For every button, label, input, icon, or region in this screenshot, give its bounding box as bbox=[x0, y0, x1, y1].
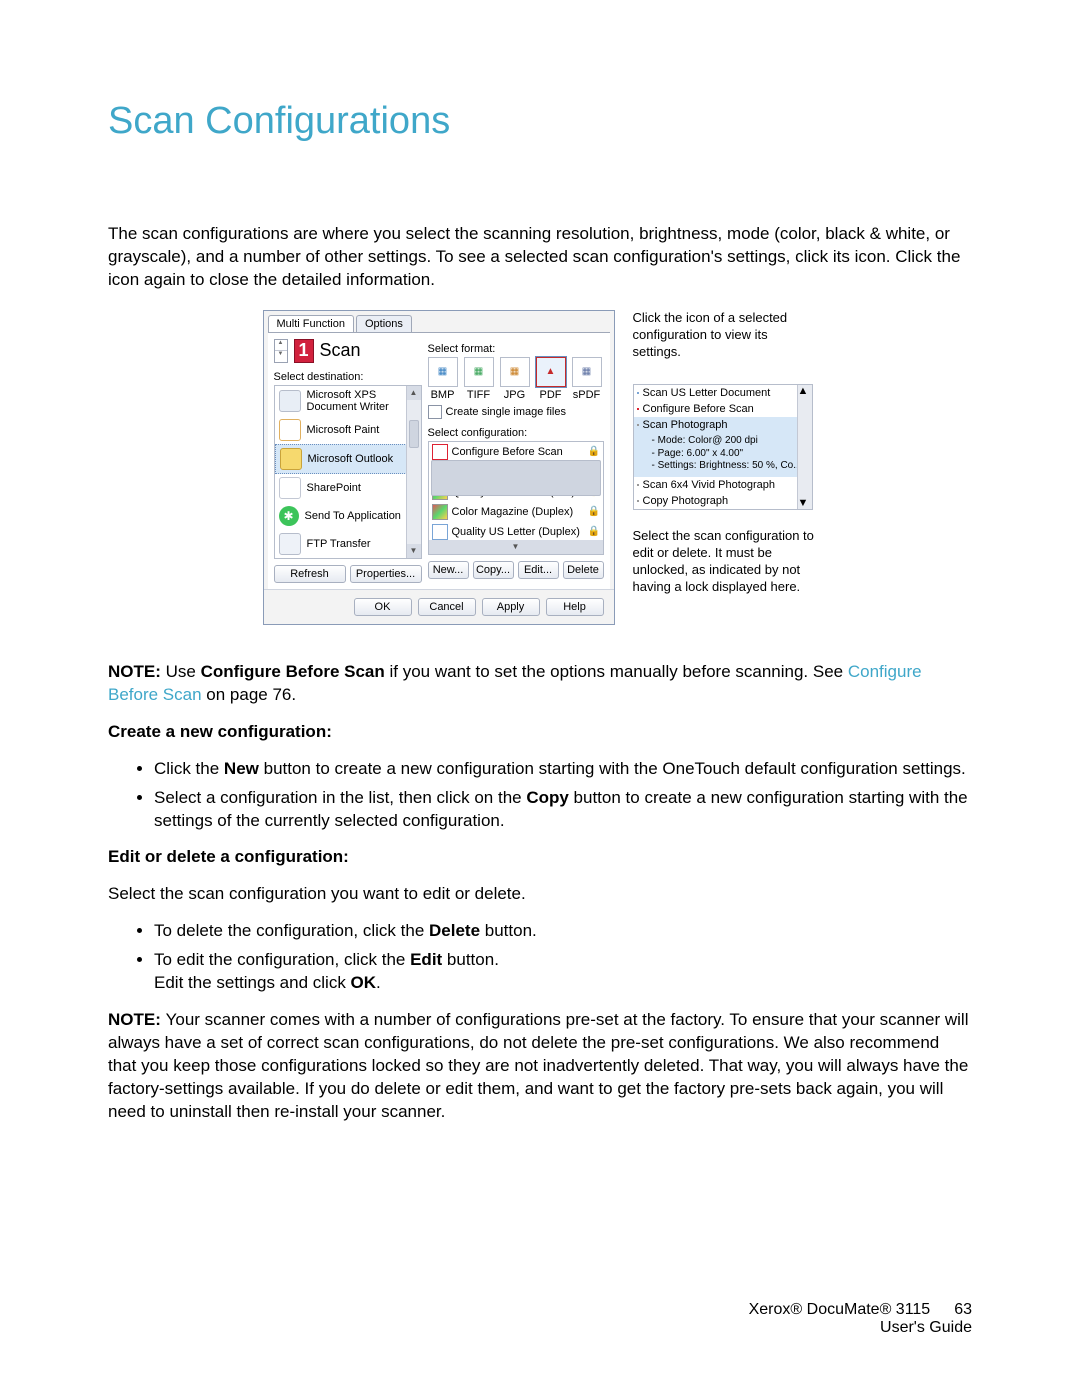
apply-button[interactable]: Apply bbox=[482, 598, 540, 616]
note-1: NOTE: Use Configure Before Scan if you w… bbox=[108, 661, 972, 707]
dest-ftp[interactable]: FTP Transfer bbox=[275, 530, 421, 558]
intro-paragraph: The scan configurations are where you se… bbox=[108, 223, 972, 292]
edit-list: To delete the configuration, click the D… bbox=[108, 920, 972, 995]
ok-button[interactable]: OK bbox=[354, 598, 412, 616]
mini-item-selected[interactable]: Scan Photograph🔒 bbox=[634, 417, 812, 433]
dest-outlook[interactable]: Microsoft Outlook bbox=[275, 444, 421, 474]
format-jpg[interactable]: ▦JPG bbox=[500, 357, 530, 401]
mini-item[interactable]: Configure Before Scan🔒 bbox=[634, 401, 812, 417]
dest-sharepoint[interactable]: SharePoint bbox=[275, 474, 421, 502]
figure-row: Multi Function Options ▲▼ 1 Scan Select … bbox=[108, 310, 972, 625]
format-spdf[interactable]: ▦sPDF bbox=[572, 357, 602, 401]
page-footer: Xerox® DocuMate® 311563 User's Guide bbox=[749, 1301, 972, 1337]
select-destination-label: Select destination: bbox=[274, 371, 422, 383]
tab-multi-function[interactable]: Multi Function bbox=[268, 315, 354, 332]
format-row: ▦BMP ▦TIFF ▦JPG ▲PDF ▦sPDF bbox=[428, 357, 604, 401]
mini-item[interactable]: Copy Photograph🔒 bbox=[634, 493, 812, 509]
tab-options[interactable]: Options bbox=[356, 315, 412, 332]
figure-captions: Click the icon of a selected configurati… bbox=[633, 310, 818, 625]
help-button[interactable]: Help bbox=[546, 598, 604, 616]
config-detail-screenshot: Scan US Letter Document🔒 Configure Befor… bbox=[633, 384, 813, 510]
caption-top: Click the icon of a selected configurati… bbox=[633, 310, 818, 361]
delete-button[interactable]: Delete bbox=[563, 561, 604, 579]
scan-heading: Scan bbox=[320, 340, 361, 361]
select-config-label: Select configuration: bbox=[428, 427, 604, 439]
format-pdf[interactable]: ▲PDF bbox=[536, 357, 566, 401]
create-list: Click the New button to create a new con… bbox=[108, 758, 972, 833]
new-button[interactable]: New... bbox=[428, 561, 469, 579]
mini-item-details: Mode: Color@ 200 dpi Page: 6.00" x 4.00"… bbox=[634, 433, 812, 477]
refresh-button[interactable]: Refresh bbox=[274, 565, 346, 583]
caption-bottom: Select the scan configuration to edit or… bbox=[633, 528, 818, 596]
mini-item[interactable]: Scan US Letter Document🔒 bbox=[634, 385, 812, 401]
note-2: NOTE: Your scanner comes with a number o… bbox=[108, 1009, 972, 1124]
heading-edit: Edit or delete a configuration: bbox=[108, 846, 972, 869]
destination-scrollbar[interactable]: ▲▼ bbox=[406, 386, 421, 558]
destination-list[interactable]: Microsoft XPS Document Writer Microsoft … bbox=[274, 385, 422, 559]
mini-scrollbar[interactable]: ▲▼ bbox=[797, 385, 812, 509]
cancel-button[interactable]: Cancel bbox=[418, 598, 476, 616]
onetouch-dialog: Multi Function Options ▲▼ 1 Scan Select … bbox=[263, 310, 615, 625]
dest-paint[interactable]: Microsoft Paint bbox=[275, 416, 421, 444]
scan-number-spinner[interactable]: ▲▼ bbox=[274, 339, 288, 363]
copy-button[interactable]: Copy... bbox=[473, 561, 514, 579]
scan-number-badge: 1 bbox=[294, 339, 314, 363]
create-single-label: Create single image files bbox=[446, 406, 566, 418]
dest-xps[interactable]: Microsoft XPS Document Writer bbox=[275, 386, 421, 416]
dest-send-app[interactable]: ✱Send To Application bbox=[275, 502, 421, 530]
select-format-label: Select format: bbox=[428, 343, 604, 355]
config-list[interactable]: Configure Before Scan🔒 Color Magazine🔒 Q… bbox=[428, 441, 604, 555]
edit-button[interactable]: Edit... bbox=[518, 561, 559, 579]
heading-create: Create a new configuration: bbox=[108, 721, 972, 744]
format-tiff[interactable]: ▦TIFF bbox=[464, 357, 494, 401]
format-bmp[interactable]: ▦BMP bbox=[428, 357, 458, 401]
edit-lead: Select the scan configuration you want t… bbox=[108, 883, 972, 906]
mini-item[interactable]: Scan 6x4 Vivid Photograph🔒 bbox=[634, 477, 812, 493]
properties-button[interactable]: Properties... bbox=[350, 565, 422, 583]
page-title: Scan Configurations bbox=[108, 100, 972, 143]
create-single-checkbox[interactable] bbox=[428, 405, 442, 419]
